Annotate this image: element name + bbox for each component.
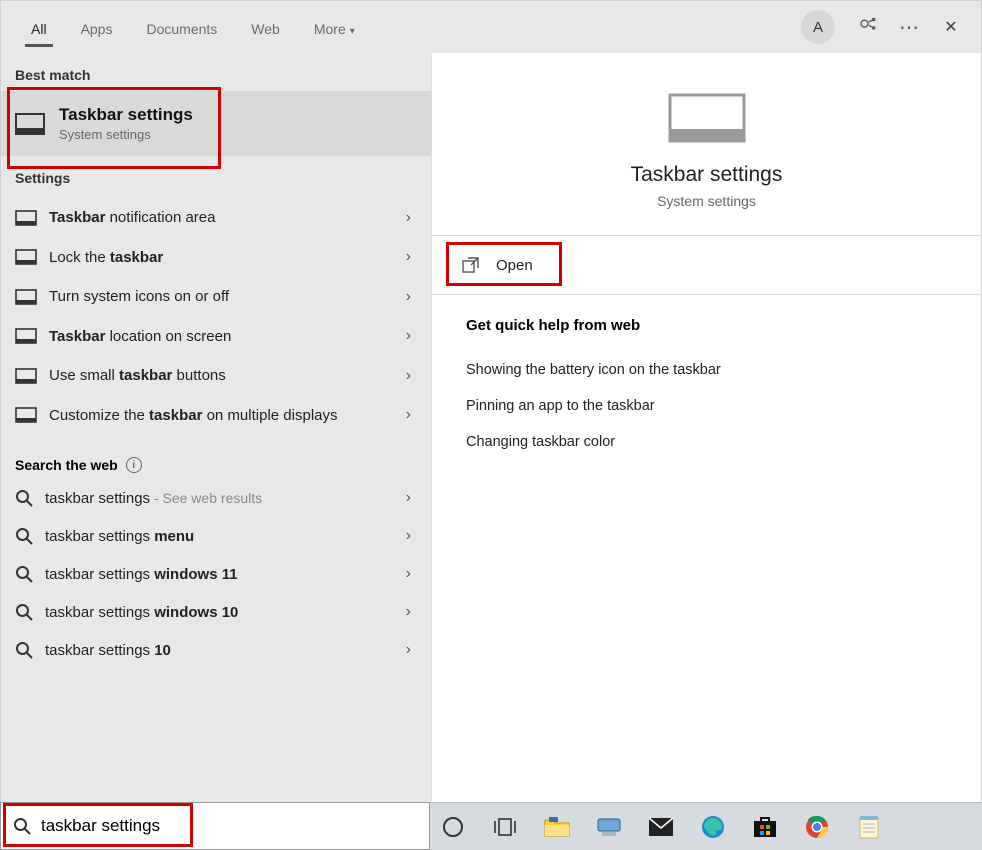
cortana-icon[interactable] [438,812,468,842]
chrome-icon[interactable] [802,812,832,842]
result-text: taskbar settings menu [45,528,400,545]
search-icon [15,641,33,659]
taskbar-icon [668,93,746,143]
chevron-right-icon: › [400,327,417,345]
chevron-right-icon: › [400,603,417,621]
best-match-subtitle: System settings [59,127,193,142]
device-icon[interactable] [594,812,624,842]
result-text: taskbar settings windows 10 [45,604,400,621]
preview-subtitle: System settings [657,193,756,209]
result-text: Turn system icons on or off [49,287,400,307]
settings-result[interactable]: Taskbar notification area› [1,198,431,238]
result-text: Customize the taskbar on multiple displa… [49,406,400,426]
chevron-right-icon: › [400,641,417,659]
tab-web[interactable]: Web [245,7,286,47]
web-result[interactable]: taskbar settings 10› [1,631,431,669]
result-text: taskbar settings windows 11 [45,566,400,583]
chevron-down-icon: ▾ [350,26,355,37]
taskbar-icon [15,328,37,344]
open-icon [462,256,480,274]
search-box[interactable] [0,802,430,850]
search-web-label: Search the web i [1,441,431,479]
options-icon[interactable] [899,17,919,37]
search-icon [15,527,33,545]
help-link[interactable]: Showing the battery icon on the taskbar [466,352,947,388]
taskbar-icon [15,289,37,305]
best-match-label: Best match [1,53,431,91]
windows-taskbar [430,802,982,850]
chevron-right-icon: › [400,406,417,424]
search-icon [15,489,33,507]
tab-documents[interactable]: Documents [140,7,223,47]
account-avatar[interactable]: A [801,10,835,44]
chevron-right-icon: › [400,565,417,583]
tab-apps[interactable]: Apps [75,7,119,47]
close-icon[interactable] [941,17,961,37]
settings-result[interactable]: Customize the taskbar on multiple displa… [1,396,431,436]
settings-label: Settings [1,156,431,194]
result-text: Taskbar notification area [49,208,400,228]
file-explorer-icon[interactable] [542,812,572,842]
windows-search-flyout: All Apps Documents Web More▾ A Best matc… [0,0,982,850]
search-icon [15,603,33,621]
notepad-icon[interactable] [854,812,884,842]
tab-more[interactable]: More▾ [308,7,361,47]
taskbar-icon [15,113,45,135]
search-header: All Apps Documents Web More▾ A [1,1,981,53]
search-input[interactable] [41,816,417,836]
search-icon [15,565,33,583]
preview-title: Taskbar settings [631,163,783,187]
best-match-result[interactable]: Taskbar settings System settings [1,91,431,156]
chevron-right-icon: › [400,367,417,385]
chevron-right-icon: › [400,527,417,545]
web-result[interactable]: taskbar settings windows 10› [1,593,431,631]
chevron-right-icon: › [400,489,417,507]
ms-store-icon[interactable] [750,812,780,842]
taskbar-icon [15,407,37,423]
web-result[interactable]: taskbar settings menu› [1,517,431,555]
open-button[interactable]: Open [432,236,981,295]
taskbar-icon [15,249,37,265]
search-icon [13,817,31,835]
result-text: taskbar settings - See web results [45,490,400,507]
preview-panel: Taskbar settings System settings Open Ge… [431,53,981,849]
taskbar-icon [15,210,37,226]
help-link[interactable]: Pinning an app to the taskbar [466,388,947,424]
edge-icon[interactable] [698,812,728,842]
settings-result[interactable]: Taskbar location on screen› [1,317,431,357]
taskbar-icon [15,368,37,384]
info-icon[interactable]: i [126,457,142,473]
best-match-title: Taskbar settings [59,105,193,125]
result-text: Lock the taskbar [49,248,400,268]
result-text: taskbar settings 10 [45,642,400,659]
help-link[interactable]: Changing taskbar color [466,424,947,460]
settings-result[interactable]: Lock the taskbar› [1,238,431,278]
result-text: Taskbar location on screen [49,327,400,347]
open-label: Open [496,257,533,274]
results-panel: Best match Taskbar settings System setti… [1,53,431,849]
settings-result[interactable]: Use small taskbar buttons› [1,356,431,396]
web-result[interactable]: taskbar settings windows 11› [1,555,431,593]
chevron-right-icon: › [400,288,417,306]
search-scope-tabs: All Apps Documents Web More▾ [13,7,361,47]
chevron-right-icon: › [400,248,417,266]
mail-icon[interactable] [646,812,676,842]
tab-all[interactable]: All [25,7,53,47]
rewards-icon[interactable] [857,17,877,37]
web-result[interactable]: taskbar settings - See web results› [1,479,431,517]
chevron-right-icon: › [400,209,417,227]
settings-result[interactable]: Turn system icons on or off› [1,277,431,317]
help-title: Get quick help from web [466,317,947,334]
result-text: Use small taskbar buttons [49,366,400,386]
task-view-icon[interactable] [490,812,520,842]
